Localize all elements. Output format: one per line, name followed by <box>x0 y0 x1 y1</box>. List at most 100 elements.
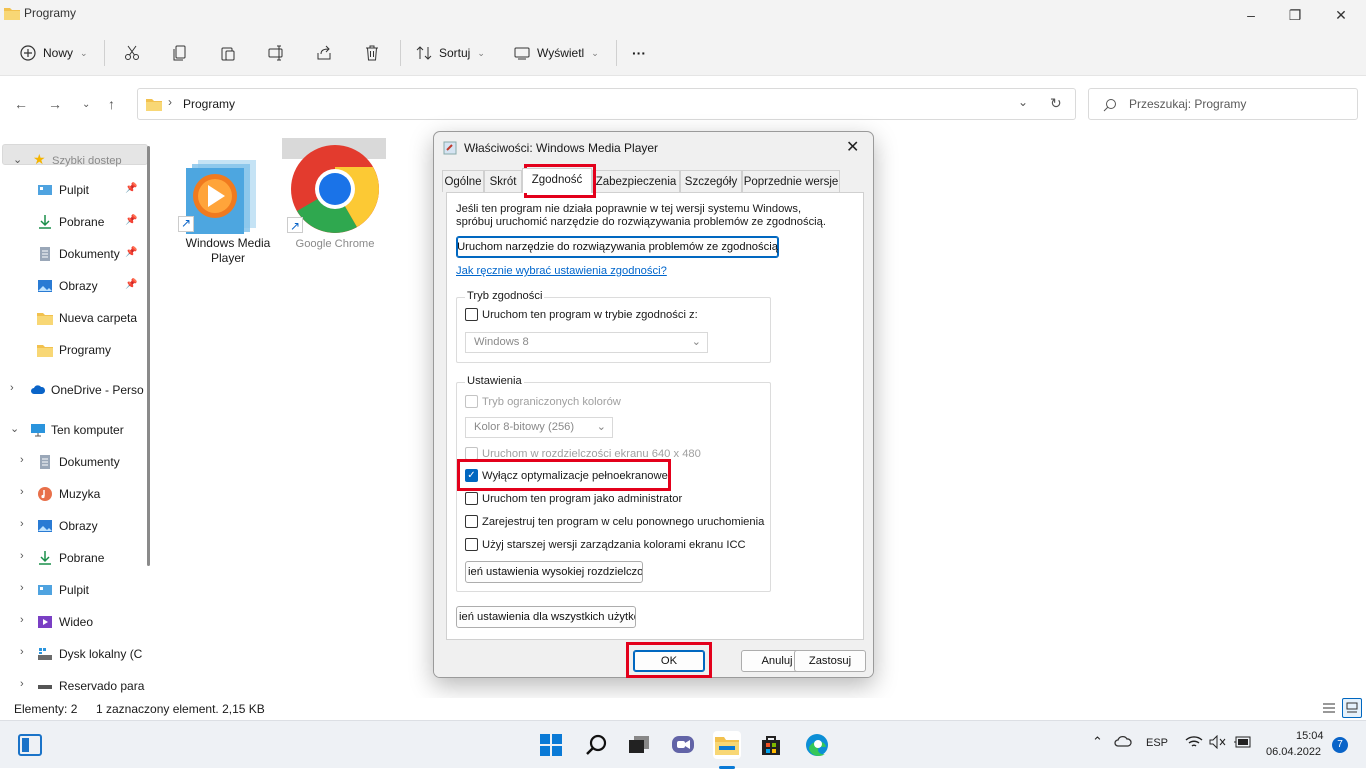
cut-button[interactable] <box>124 38 140 68</box>
weather-cloud-icon[interactable] <box>1114 734 1132 751</box>
task-view-icon[interactable] <box>625 731 653 759</box>
all-users-settings-button[interactable]: ień ustawienia dla wszystkich użytkow <box>456 606 636 628</box>
chat-icon[interactable] <box>669 731 697 759</box>
battery-icon[interactable] <box>1233 735 1253 752</box>
disable-fullscreen-checkbox[interactable]: ✓ Wyłącz optymalizacje pełnoekranowe <box>465 469 668 482</box>
reduced-color-checkbox[interactable]: Tryb ograniczonych kolorów <box>465 395 621 408</box>
up-arrow-icon[interactable]: ↑ <box>108 96 115 112</box>
store-icon[interactable] <box>757 731 785 759</box>
select-value: Windows 8 <box>474 336 529 348</box>
file-windows-media-player[interactable]: ↗ Windows Media Player <box>176 138 280 265</box>
troubleshoot-button[interactable]: Uruchom narzędzie do rozwiązywania probl… <box>456 236 779 258</box>
file-name: Google Chrome <box>295 238 375 250</box>
sidebar-item-local-disk[interactable]: › Dysk lokalny (C <box>0 640 146 668</box>
sidebar-item-reserved[interactable]: › Reservado para <box>0 672 146 698</box>
copy-button[interactable] <box>172 38 188 68</box>
widgets-icon[interactable] <box>16 731 44 759</box>
more-options-button[interactable]: ··· <box>632 38 646 68</box>
register-restart-checkbox[interactable]: Zarejestruj ten program w celu ponownego… <box>465 515 764 528</box>
refresh-icon[interactable]: ↻ <box>1050 95 1062 112</box>
start-icon[interactable] <box>537 731 565 759</box>
chevron-down-icon[interactable]: ⌄ <box>1018 95 1028 109</box>
tab-security[interactable]: Zabezpieczenia <box>592 170 680 192</box>
shortcut-arrow-icon: ↗ <box>287 217 303 233</box>
sidebar-item-pc-downloads[interactable]: › Pobrane <box>0 544 146 572</box>
tab-shortcut[interactable]: Skrót <box>484 170 522 192</box>
search-icon[interactable] <box>582 731 610 759</box>
sidebar-item-desktop[interactable]: Pulpit 📌 <box>0 176 146 204</box>
sidebar-item-programy[interactable]: Programy <box>0 336 146 364</box>
wifi-icon[interactable] <box>1185 735 1203 752</box>
compatibility-os-select[interactable]: Windows 8 ⌄ <box>465 332 708 353</box>
download-icon <box>39 551 51 565</box>
sidebar-item-pictures[interactable]: Obrazy 📌 <box>0 272 146 300</box>
share-button[interactable] <box>316 38 332 68</box>
divider <box>616 40 617 66</box>
checkbox-label: Uruchom ten program jako administrator <box>482 492 683 505</box>
compatibility-panel: Jeśli ten program nie działa poprawnie w… <box>446 192 864 640</box>
navigation-pane: ⌄ ★ Szybki dostep Pulpit 📌 Pobrane 📌 Dokum… <box>0 138 152 698</box>
checkbox-box <box>465 447 478 460</box>
sidebar-item-pc-desktop[interactable]: › Pulpit <box>0 576 146 604</box>
sidebar-item-this-pc[interactable]: ⌄ Ten komputer <box>0 416 146 444</box>
legacy-icc-checkbox[interactable]: Użyj starszej wersji zarządzania koloram… <box>465 538 746 551</box>
minimize-button[interactable]: – <box>1228 0 1274 30</box>
tab-details[interactable]: Szczegóły <box>680 170 742 192</box>
notification-badge[interactable]: 7 <box>1332 737 1348 753</box>
video-icon <box>38 616 52 628</box>
sidebar-item-pc-documents[interactable]: › Dokumenty <box>0 448 146 476</box>
breadcrumb[interactable]: Programy <box>183 97 235 111</box>
checkbox-box <box>465 395 478 408</box>
sidebar-item-pc-pictures[interactable]: › Obrazy <box>0 512 146 540</box>
high-dpi-settings-button[interactable]: ień ustawienia wysokiej rozdzielczości <box>465 561 643 583</box>
sidebar-item-downloads[interactable]: Pobrane 📌 <box>0 208 146 236</box>
ok-button[interactable]: OK <box>633 650 705 672</box>
back-arrow-icon[interactable]: ← <box>14 96 28 112</box>
checkbox-label: Zarejestruj ten program w celu ponownego… <box>482 515 765 528</box>
apply-button[interactable]: Zastosuj <box>794 650 866 672</box>
res-640-checkbox[interactable]: Uruchom w rozdzielczości ekranu 640 x 48… <box>465 447 701 460</box>
manual-settings-link[interactable]: Jak ręcznie wybrać ustawienia zgodności? <box>456 265 667 277</box>
maximize-button[interactable]: ❐ <box>1272 0 1318 30</box>
sidebar-item-videos[interactable]: › Wideo <box>0 608 146 636</box>
forward-arrow-icon[interactable]: → <box>48 96 62 112</box>
address-bar[interactable]: › Programy ⌄ ↻ <box>137 88 1076 120</box>
sidebar-item-new-folder[interactable]: Nueva carpeta <box>0 304 146 332</box>
run-as-admin-checkbox[interactable]: Uruchom ten program jako administrator <box>465 492 682 505</box>
new-button[interactable]: Nowy ⌄ <box>20 38 88 68</box>
input-language[interactable]: ESP <box>1146 737 1168 749</box>
sort-button[interactable]: Sortuj ⌄ <box>416 38 485 68</box>
document-icon <box>40 455 50 469</box>
sidebar-item-quick-access[interactable]: ⌄ ★ Szybki dostep <box>2 144 148 167</box>
view-button[interactable]: Wyświetl ⌄ <box>514 38 599 68</box>
tiles-view-icon[interactable] <box>1342 698 1362 718</box>
pin-icon: 📌 <box>125 247 138 258</box>
clock-date[interactable]: 06.04.2022 <box>1266 746 1321 758</box>
close-button[interactable]: ✕ <box>1318 0 1364 30</box>
paste-button[interactable] <box>220 38 236 68</box>
tab-previous-versions[interactable]: Poprzednie wersje <box>742 170 840 192</box>
clock-time[interactable]: 15:04 <box>1296 730 1324 742</box>
search-box[interactable]: Przeszukaj: Programy <box>1088 88 1358 120</box>
recent-chevron-icon[interactable]: ⌄ <box>82 99 90 110</box>
tab-general[interactable]: Ogólne <box>442 170 484 192</box>
file-google-chrome[interactable]: ↗ Google Chrome <box>282 138 386 250</box>
clipboard-icon <box>221 47 235 61</box>
close-icon[interactable]: ✕ <box>846 137 859 157</box>
compatibility-mode-checkbox[interactable]: Uruchom ten program w trybie zgodności z… <box>465 308 698 321</box>
tab-compatibility[interactable]: Zgodność <box>522 168 592 193</box>
delete-button[interactable] <box>364 38 380 68</box>
command-bar: Nowy ⌄ Sortuj ⌄ Wyświetl ⌄ ··· <box>0 30 1366 76</box>
chevron-up-icon[interactable]: ⌃ <box>1092 734 1103 750</box>
details-view-icon[interactable] <box>1322 701 1336 718</box>
sidebar-item-onedrive[interactable]: › OneDrive - Perso <box>0 376 146 404</box>
edge-icon[interactable] <box>803 731 831 759</box>
sidebar-item-music[interactable]: › Muzyka <box>0 480 146 508</box>
sidebar-scrollbar[interactable] <box>147 146 150 566</box>
file-explorer-icon[interactable] <box>713 731 741 759</box>
color-mode-select[interactable]: Kolor 8-bitowy (256) ⌄ <box>465 417 613 438</box>
rename-button[interactable] <box>268 38 286 68</box>
volume-muted-icon[interactable] <box>1209 734 1227 752</box>
sidebar-item-documents[interactable]: Dokumenty 📌 <box>0 240 146 268</box>
search-input[interactable]: Przeszukaj: Programy <box>1129 97 1246 111</box>
